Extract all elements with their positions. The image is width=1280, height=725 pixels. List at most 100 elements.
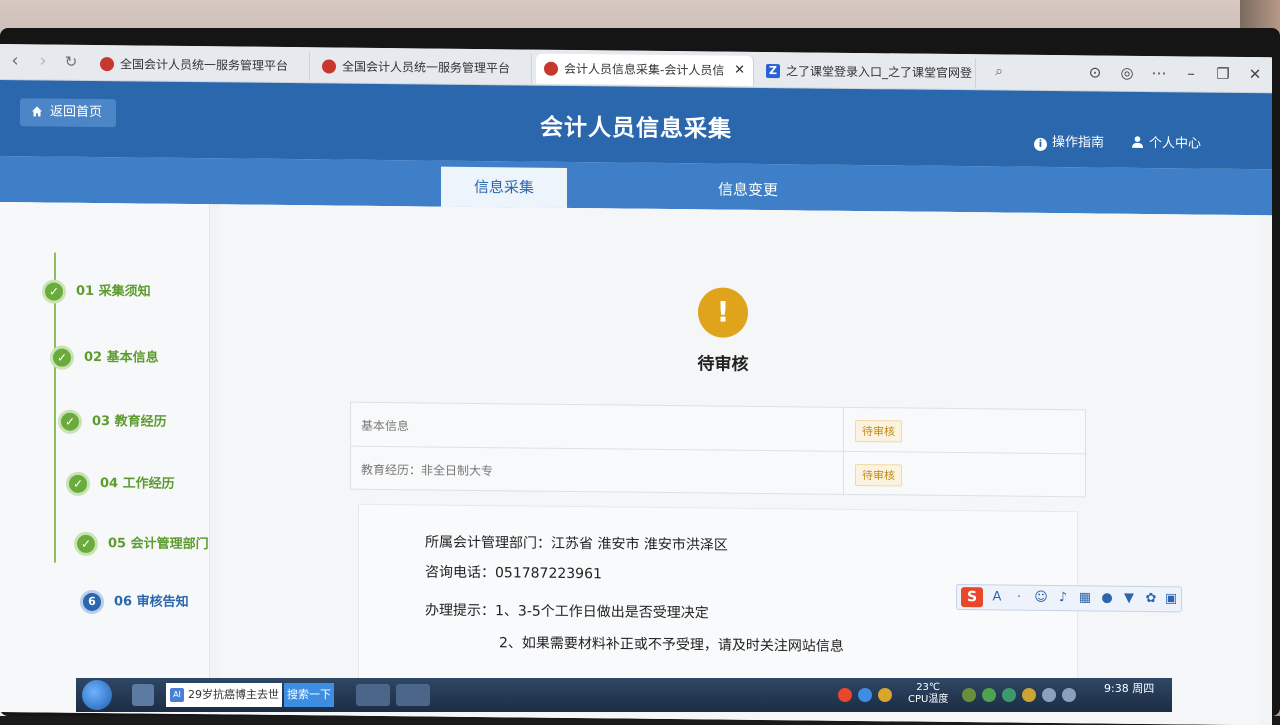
- toolbox-icon[interactable]: ✿: [1143, 591, 1159, 607]
- info-icon: i: [1034, 137, 1047, 151]
- status-badge: 待审核: [855, 419, 902, 443]
- wechat-tray-icon[interactable]: [982, 688, 996, 702]
- taskbar-window-button[interactable]: [356, 684, 390, 706]
- guide-label: 操作指南: [1052, 135, 1105, 151]
- back-icon[interactable]: ‹: [4, 50, 26, 72]
- taskbar-window-button[interactable]: [396, 684, 430, 706]
- search-icon[interactable]: ⌕: [988, 60, 1010, 82]
- step-item-6[interactable]: 6 06 审核告知: [80, 589, 189, 616]
- sogou-logo-icon: S: [961, 587, 983, 608]
- step-label: 06 审核告知: [114, 594, 189, 610]
- main-panel: ! 待审核 基本信息 待审核 教育经历：非全日制大专 待审核 所属会计管理部门：…: [220, 204, 1260, 725]
- phone-text: 咨询电话：051787223961: [425, 564, 602, 583]
- operation-guide-link[interactable]: i 操作指南: [1034, 131, 1104, 152]
- tab-label: 全国会计人员统一服务管理平台: [120, 57, 289, 74]
- emoji-icon[interactable]: ☺: [1033, 590, 1049, 606]
- step-label: 02 基本信息: [84, 349, 159, 366]
- divider: [843, 451, 844, 496]
- user-label: 个人中心: [1149, 136, 1202, 152]
- browser-tab-1[interactable]: 全国会计人员统一服务管理平台: [92, 48, 310, 82]
- table-row: 教育经历：非全日制大专 待审核: [351, 447, 1087, 499]
- zhile-favicon-icon: Z: [766, 64, 780, 79]
- tab-label: 之了课堂登录入口_之了课堂官网登: [786, 64, 973, 81]
- apps-icon[interactable]: ▣: [1163, 591, 1179, 607]
- ime-toolbar[interactable]: S A · ☺ ♪ ▦ ● ▼ ✿ ▣: [956, 584, 1182, 613]
- more-icon[interactable]: ⋯: [1146, 60, 1172, 86]
- emblem-icon: [544, 61, 558, 76]
- check-icon: ✓: [74, 531, 98, 557]
- browser-tab-3[interactable]: 会计人员信息采集-会计人员信 ✕: [536, 53, 754, 86]
- volume-icon[interactable]: [1062, 688, 1076, 702]
- temperature-value: 23℃: [916, 682, 941, 693]
- content-area: ✓ 01 采集须知 ✓ 02 基本信息 ✓ 03 教育经历 ✓ 04 工作经历 ✓ 05 …: [0, 202, 1272, 725]
- step-sidebar: ✓ 01 采集须知 ✓ 02 基本信息 ✓ 03 教育经历 ✓ 04 工作经历 ✓ 05 …: [0, 202, 210, 715]
- windows-taskbar: AI 29岁抗癌博主去世 搜索一下 23℃ CPU温度 9:38 周四: [76, 678, 1172, 712]
- monitor-screen: ‹ › ↻ 全国会计人员统一服务管理平台 全国会计人员统一服务管理平台 会计人员…: [0, 44, 1272, 725]
- ai-icon: AI: [170, 688, 184, 702]
- personal-center-link[interactable]: 个人中心: [1132, 132, 1201, 152]
- step-label: 04 工作经历: [100, 476, 175, 492]
- sogou-tray-icon[interactable]: [838, 688, 852, 702]
- step-item-3[interactable]: ✓ 03 教育经历: [58, 409, 167, 436]
- tray-icon[interactable]: [1002, 688, 1016, 702]
- check-icon: ✓: [66, 471, 90, 496]
- reload-icon[interactable]: ↻: [60, 51, 82, 73]
- step-item-4[interactable]: ✓ 04 工作经历: [66, 471, 175, 498]
- user-icon: [1132, 136, 1143, 148]
- check-icon: ✓: [58, 409, 82, 434]
- warning-icon: !: [698, 287, 748, 338]
- step-item-2[interactable]: ✓ 02 基本信息: [50, 345, 159, 372]
- review-item-label: 基本信息: [361, 418, 410, 434]
- table-row: 基本信息 待审核: [351, 402, 1087, 455]
- browser-tab-2[interactable]: 全国会计人员统一服务管理平台: [314, 51, 532, 84]
- help-tray-icon[interactable]: [858, 688, 872, 702]
- tray-icon[interactable]: [1022, 688, 1036, 702]
- network-icon[interactable]: [1042, 688, 1056, 702]
- start-button[interactable]: [82, 680, 112, 710]
- tab-info-change[interactable]: 信息变更: [685, 169, 811, 210]
- clock[interactable]: 9:38 周四: [1104, 682, 1154, 695]
- tab-info-collection[interactable]: 信息采集: [441, 166, 567, 208]
- temperature-label: CPU温度: [908, 694, 949, 705]
- ime-mode-icon[interactable]: A: [989, 589, 1005, 605]
- emblem-icon: [100, 57, 114, 72]
- browser-tab-4[interactable]: Z 之了课堂登录入口_之了课堂官网登: [758, 55, 976, 89]
- taskbar-search-box[interactable]: AI 29岁抗癌博主去世: [166, 683, 282, 707]
- microphone-icon[interactable]: ♪: [1055, 590, 1071, 606]
- step-item-1[interactable]: ✓ 01 采集须知: [42, 278, 151, 305]
- search-text: 29岁抗癌博主去世: [188, 688, 279, 701]
- punctuation-icon[interactable]: ·: [1011, 590, 1027, 606]
- cpu-temperature: 23℃ CPU温度: [908, 682, 948, 706]
- review-table: 基本信息 待审核 教育经历：非全日制大专 待审核: [350, 401, 1087, 499]
- globe-icon[interactable]: ◎: [1114, 60, 1140, 86]
- restore-icon[interactable]: ❐: [1210, 61, 1236, 87]
- taskbar-app-icon[interactable]: [132, 684, 154, 706]
- step-label: 05 会计管理部门: [108, 536, 209, 553]
- step-label: 03 教育经历: [92, 413, 167, 430]
- department-text: 所属会计管理部门：江苏省 淮安市 淮安市洪泽区: [425, 534, 728, 554]
- status-title: 待审核: [697, 354, 749, 375]
- tip-line-2: 2、如果需要材料补正或不予受理，请及时关注网站信息: [499, 635, 844, 655]
- minimize-icon[interactable]: –: [1178, 60, 1204, 86]
- keyboard-icon[interactable]: ▦: [1077, 590, 1093, 606]
- skin-icon[interactable]: ▼: [1121, 591, 1137, 607]
- download-icon[interactable]: ⊙: [1082, 59, 1108, 85]
- check-icon: ✓: [50, 345, 74, 370]
- forward-icon[interactable]: ›: [32, 50, 54, 72]
- security-tray-icon[interactable]: [878, 688, 892, 702]
- app-header: 返回首页 会计人员信息采集 i 操作指南 个人中心: [0, 80, 1272, 170]
- status-badge: 待审核: [855, 463, 902, 487]
- tab-label: 会计人员信息采集-会计人员信: [564, 61, 725, 78]
- step-number-badge: 6: [80, 589, 104, 615]
- step-label: 01 采集须知: [76, 283, 151, 300]
- divider: [843, 407, 844, 452]
- check-icon: ✓: [42, 279, 66, 304]
- tray-icon[interactable]: [962, 688, 976, 702]
- review-item-label: 教育经历：非全日制大专: [361, 462, 494, 479]
- close-icon[interactable]: ✕: [734, 56, 745, 86]
- window-close-icon[interactable]: ✕: [1242, 61, 1268, 87]
- search-button[interactable]: 搜索一下: [284, 683, 334, 707]
- system-tray: 23℃ CPU温度 9:38 周四: [836, 678, 1172, 712]
- step-item-5[interactable]: ✓ 05 会计管理部门: [74, 531, 209, 558]
- user-icon[interactable]: ●: [1099, 591, 1115, 607]
